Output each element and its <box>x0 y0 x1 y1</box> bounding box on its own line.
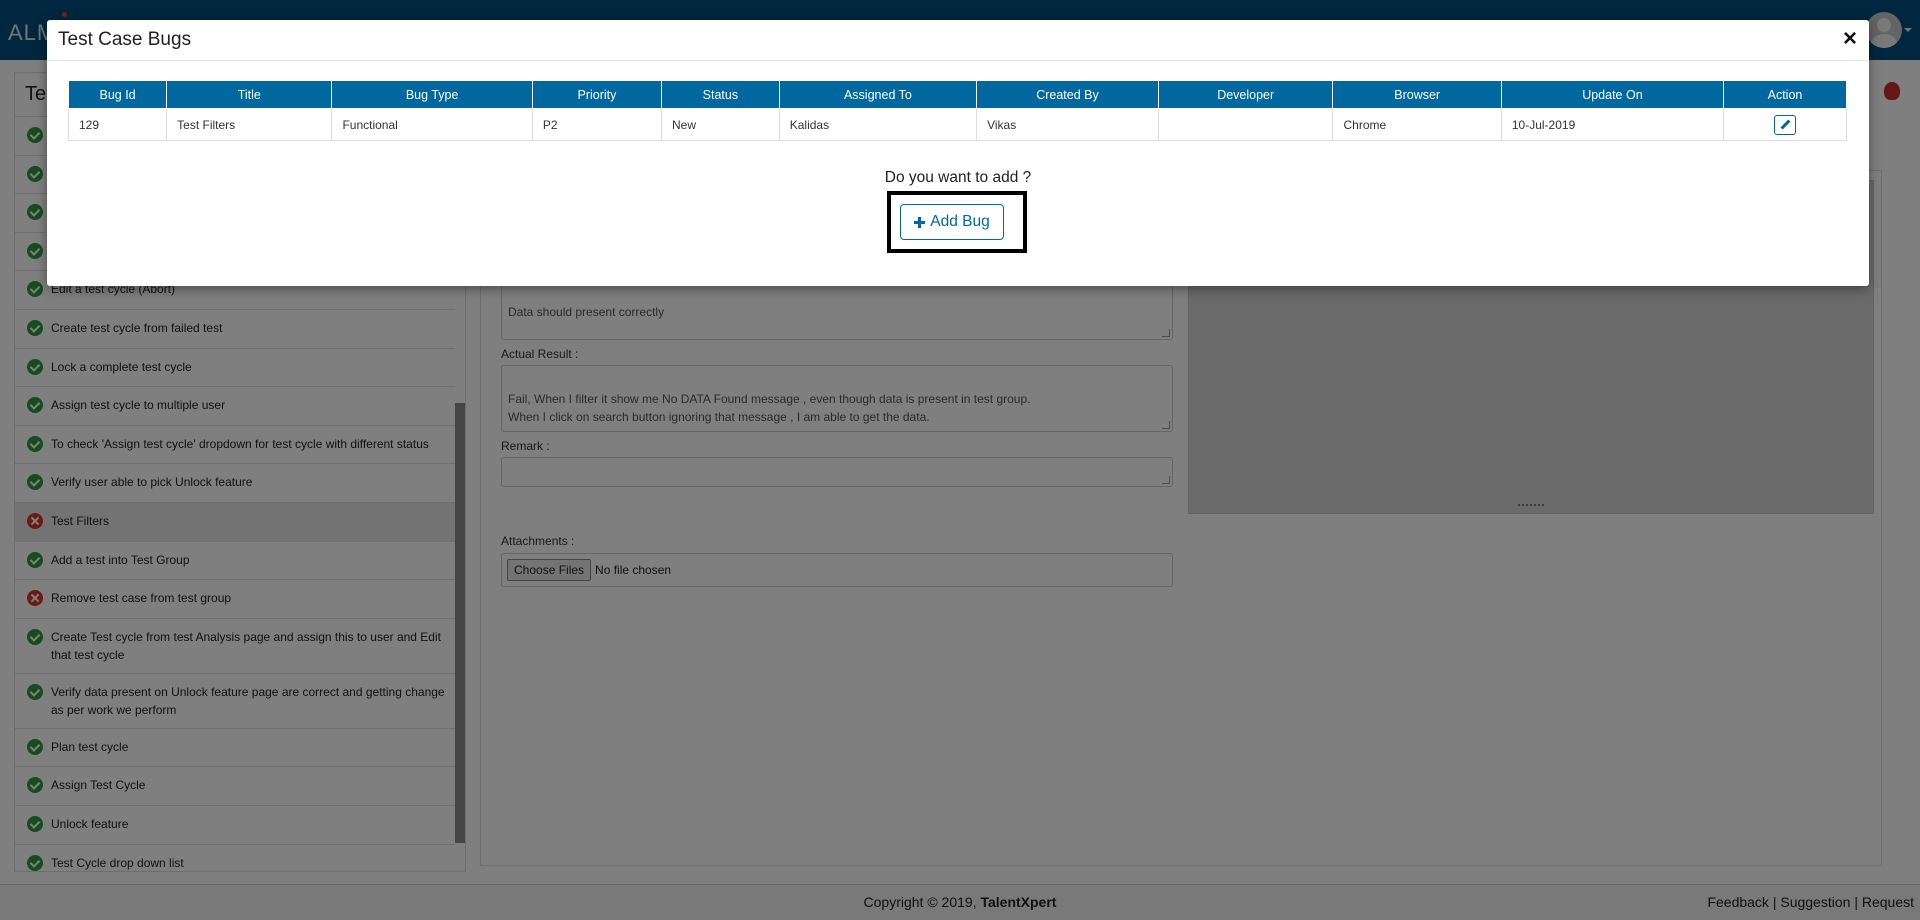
bug-table: Bug Id Title Bug Type Priority Status As… <box>67 80 1848 141</box>
status-cell: New <box>660 108 780 141</box>
column-header[interactable]: Status <box>660 80 780 109</box>
close-icon[interactable]: × <box>1843 24 1857 54</box>
update-on-cell: 10-Jul-2019 <box>1500 108 1724 141</box>
developer-cell <box>1157 108 1334 141</box>
modal-header: Test Case Bugs × <box>47 20 1869 61</box>
column-header[interactable]: Created By <box>976 80 1159 109</box>
edit-pencil-icon[interactable] <box>1773 114 1796 135</box>
bug-type-cell: Functional <box>331 108 533 141</box>
column-header[interactable]: Assigned To <box>778 80 978 109</box>
action-cell <box>1722 108 1848 141</box>
test-case-bugs-modal: Test Case Bugs × Bug Id Title Bug Type P… <box>47 20 1869 286</box>
column-header[interactable]: Browser <box>1332 80 1502 109</box>
browser-cell: Chrome <box>1332 108 1502 141</box>
assigned-to-cell: Kalidas <box>778 108 978 141</box>
table-row: 129 Test Filters Functional P2 New Kalid… <box>67 108 1848 141</box>
add-bug-highlight: Add Bug <box>887 191 1027 253</box>
priority-cell: P2 <box>531 108 662 141</box>
add-bug-button[interactable]: Add Bug <box>900 204 1004 240</box>
column-header[interactable]: Priority <box>531 80 662 109</box>
column-header: Action <box>1722 80 1848 109</box>
add-question: Do you want to add ? <box>884 169 1032 186</box>
created-by-cell: Vikas <box>976 108 1159 141</box>
column-header[interactable]: Bug Id <box>67 80 168 109</box>
plus-icon <box>914 216 926 228</box>
column-header[interactable]: Bug Type <box>331 80 533 109</box>
column-header[interactable]: Update On <box>1500 80 1724 109</box>
modal-title: Test Case Bugs <box>58 29 192 50</box>
bug-id-cell: 129 <box>67 108 168 141</box>
title-cell: Test Filters <box>166 108 333 141</box>
column-header[interactable]: Developer <box>1157 80 1334 109</box>
table-header-row: Bug Id Title Bug Type Priority Status As… <box>67 80 1848 109</box>
add-bug-label: Add Bug <box>930 213 990 230</box>
column-header[interactable]: Title <box>166 80 333 109</box>
